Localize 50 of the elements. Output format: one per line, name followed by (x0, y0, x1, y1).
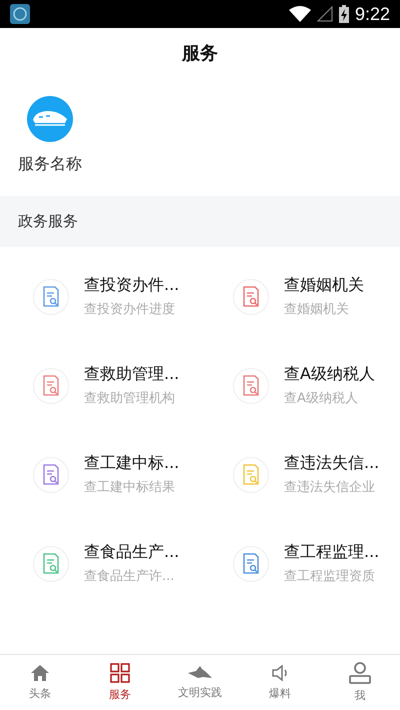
service-icon[interactable] (233, 278, 269, 314)
document-icon (42, 464, 60, 486)
service-subtitle: 查A级纳税人 (284, 390, 359, 407)
service-icon[interactable] (233, 368, 269, 404)
nav-tab[interactable]: 文明实践 (160, 655, 240, 710)
service-title[interactable]: 查投资办件... (84, 275, 180, 296)
service-icon[interactable] (33, 456, 69, 492)
service-subtitle: 查救助管理机构 (84, 390, 176, 407)
service-subtitle: 查投资办件进度 (84, 301, 176, 318)
status-time: 9:22 (354, 4, 390, 24)
document-icon (42, 552, 60, 574)
document-icon (242, 374, 260, 396)
nav-tab[interactable]: 服务 (80, 655, 160, 710)
nav-tab[interactable]: 我 (320, 655, 400, 710)
wifi-icon (288, 6, 311, 22)
service-subtitle: 查工建中标结果 (84, 479, 176, 496)
page-title: 服务 (182, 42, 218, 65)
grid-icon (110, 663, 130, 683)
battery-icon (338, 5, 349, 23)
service-subtitle: 查工程监理资质 (284, 568, 376, 585)
section-title: 政务服务 (18, 212, 78, 231)
service-title[interactable]: 查A级纳税人 (284, 364, 375, 385)
home-icon (30, 664, 50, 682)
document-icon (42, 286, 60, 308)
document-icon (42, 374, 60, 396)
service-title[interactable]: 查工建中标... (84, 453, 180, 474)
service-icon[interactable] (233, 546, 269, 582)
service-subtitle: 查违法失信企业 (284, 479, 376, 496)
service-title[interactable]: 查食品生产... (84, 542, 180, 563)
user-icon (348, 662, 372, 684)
nav-tab[interactable]: 头条 (0, 655, 80, 710)
nav-tab[interactable]: 爆料 (240, 655, 320, 710)
service-icon[interactable] (233, 456, 269, 492)
service-title[interactable]: 查违法失信... (284, 453, 380, 474)
service-subtitle: 查婚姻机关 (284, 301, 350, 318)
document-icon (242, 464, 260, 486)
service-icon[interactable] (33, 546, 69, 582)
train-icon[interactable] (27, 96, 73, 142)
service-icon[interactable] (33, 368, 69, 404)
service-title[interactable]: 查婚姻机关 (284, 275, 364, 296)
signal-icon (316, 6, 333, 22)
app-icon (10, 4, 30, 24)
speaker-icon (271, 664, 289, 682)
document-icon (242, 552, 260, 574)
document-icon (242, 286, 260, 308)
service-icon[interactable] (33, 278, 69, 314)
service-subtitle: 查食品生产许... (84, 568, 176, 585)
service-title[interactable]: 查救助管理... (84, 364, 180, 385)
service-label[interactable]: 服务名称 (18, 154, 82, 175)
service-title[interactable]: 查工程监理... (284, 542, 380, 563)
